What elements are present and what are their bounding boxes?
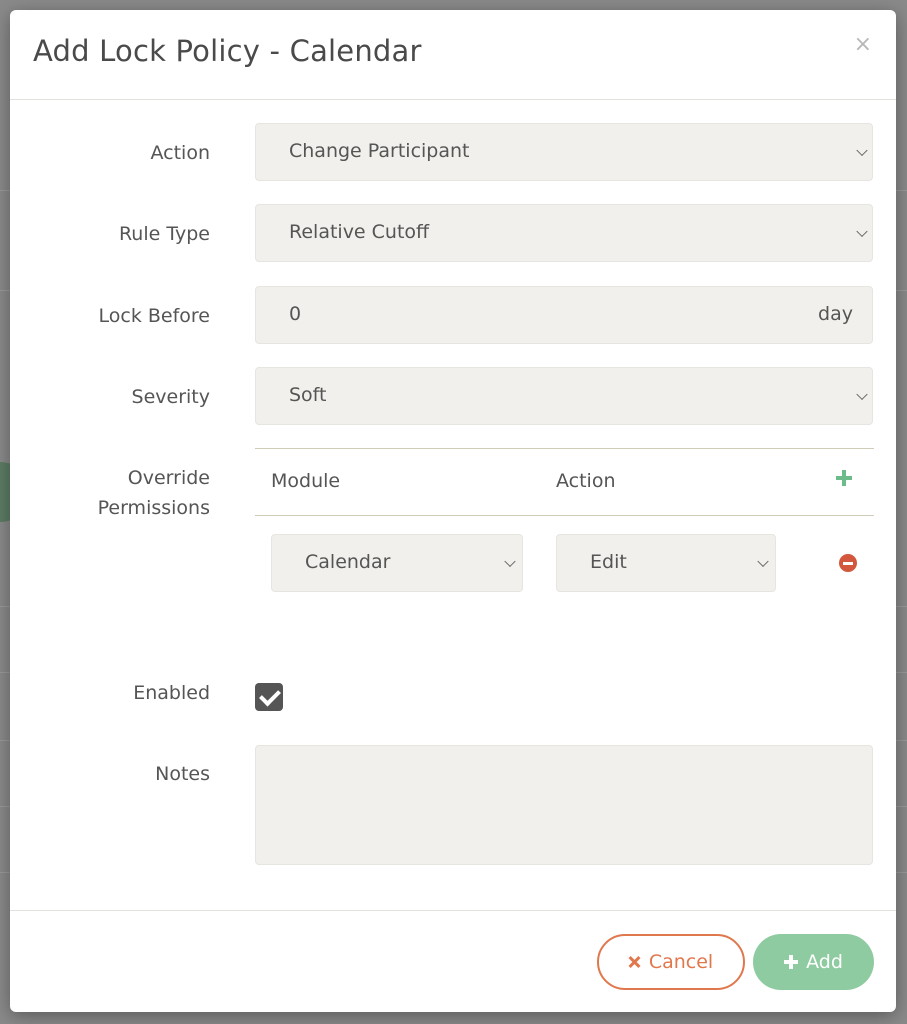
modal-footer-divider: [10, 910, 896, 911]
permissions-table-header-border: [255, 515, 874, 516]
permission-action-select[interactable]: Edit: [556, 534, 776, 592]
chevron-down-icon: [504, 555, 516, 568]
chevron-down-icon: [856, 144, 868, 157]
permission-action-value: Edit: [590, 551, 627, 573]
action-label: Action: [150, 142, 210, 164]
add-button[interactable]: Add: [753, 934, 874, 990]
chevron-down-icon: [856, 388, 868, 401]
modal-title: Add Lock Policy - Calendar: [33, 34, 422, 68]
lock-before-unit: day: [818, 303, 853, 325]
add-lock-policy-dialog: Add Lock Policy - Calendar × Action Chan…: [10, 10, 896, 1012]
modal-header: Add Lock Policy - Calendar ×: [10, 10, 896, 100]
permission-module-select[interactable]: Calendar: [271, 534, 523, 592]
permission-module-value: Calendar: [305, 551, 391, 573]
cancel-button[interactable]: Cancel: [597, 934, 745, 990]
severity-select-value: Soft: [289, 384, 327, 406]
plus-icon: [784, 955, 799, 969]
rule-type-select-value: Relative Cutoff: [289, 221, 430, 243]
enabled-checkbox[interactable]: [255, 683, 283, 711]
override-permissions-label-line2: Permissions: [97, 497, 210, 519]
enabled-label: Enabled: [133, 682, 210, 704]
action-select[interactable]: Change Participant: [255, 123, 873, 181]
cancel-button-label: Cancel: [648, 951, 714, 973]
chevron-down-icon: [856, 225, 868, 238]
rule-type-label: Rule Type: [118, 223, 210, 245]
override-permissions-label-line1: Override: [127, 467, 210, 489]
action-column-header: Action: [556, 470, 616, 492]
notes-label: Notes: [155, 763, 210, 785]
severity-select[interactable]: Soft: [255, 367, 873, 425]
remove-permission-minus-icon[interactable]: [839, 554, 857, 572]
lock-before-label: Lock Before: [98, 305, 211, 327]
lock-before-input[interactable]: 0 day: [255, 286, 873, 344]
rule-type-select[interactable]: Relative Cutoff: [255, 204, 873, 262]
action-select-value: Change Participant: [289, 140, 470, 162]
close-icon[interactable]: ×: [854, 34, 872, 56]
add-permission-plus-icon[interactable]: [836, 470, 852, 486]
close-icon: [629, 956, 641, 968]
notes-textarea[interactable]: [255, 745, 873, 865]
chevron-down-icon: [757, 555, 769, 568]
lock-before-value: 0: [289, 303, 302, 325]
severity-label: Severity: [131, 386, 210, 408]
add-button-label: Add: [806, 951, 843, 973]
module-column-header: Module: [271, 470, 341, 492]
permissions-table-top-border: [255, 448, 874, 449]
